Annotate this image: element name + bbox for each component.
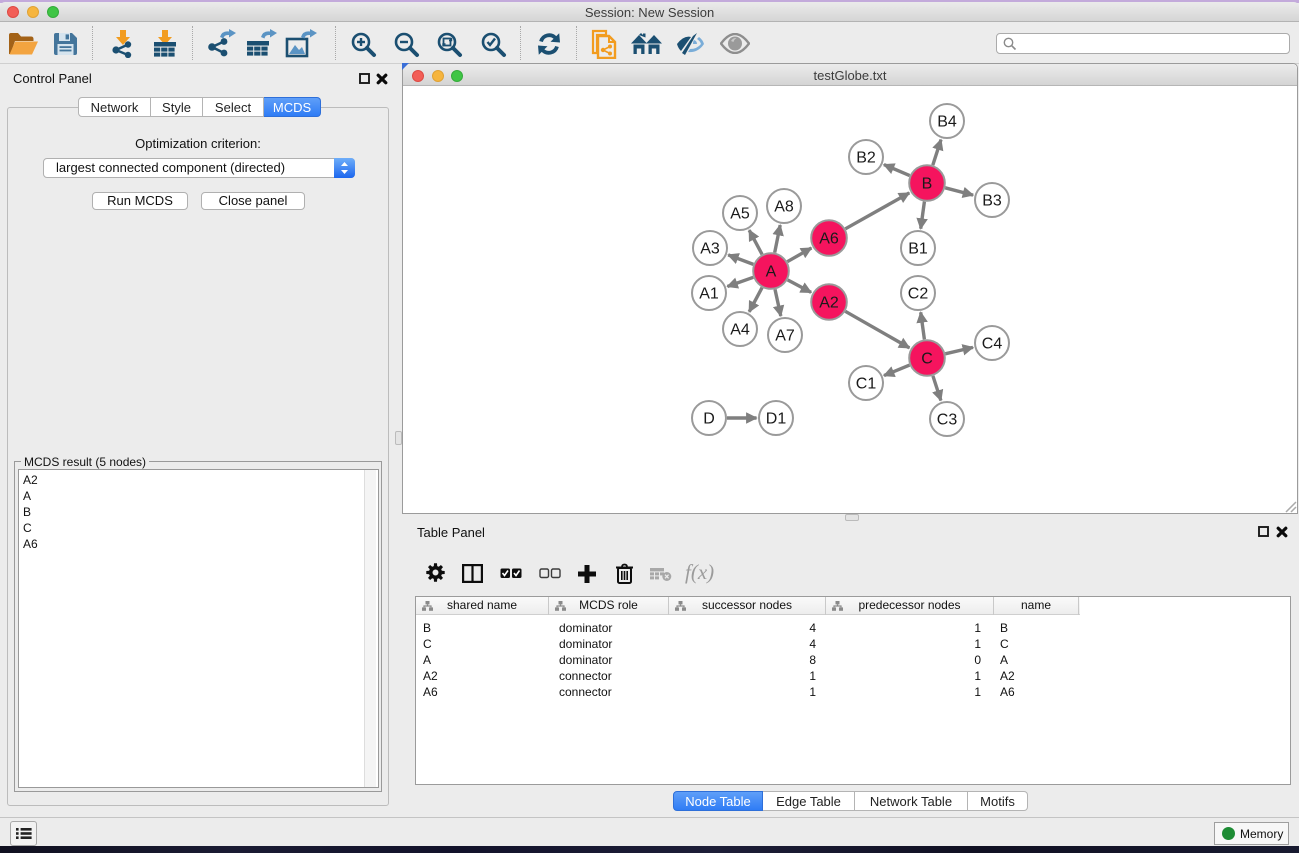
svg-text:C3: C3: [937, 412, 958, 429]
svg-text:C1: C1: [856, 376, 877, 393]
svg-text:B: B: [922, 176, 933, 193]
svg-text:A3: A3: [700, 241, 720, 258]
svg-text:B3: B3: [982, 193, 1002, 210]
svg-text:C2: C2: [908, 286, 929, 303]
svg-text:A6: A6: [819, 231, 839, 248]
svg-text:A5: A5: [730, 206, 750, 223]
svg-text:B4: B4: [937, 114, 957, 131]
svg-text:A2: A2: [819, 295, 839, 312]
svg-text:D: D: [703, 411, 715, 428]
svg-text:D1: D1: [766, 411, 787, 428]
svg-text:A4: A4: [730, 322, 750, 339]
svg-text:A7: A7: [775, 328, 795, 345]
svg-text:B1: B1: [908, 241, 928, 258]
svg-text:A: A: [766, 264, 777, 281]
svg-text:A8: A8: [774, 199, 794, 216]
svg-text:C4: C4: [982, 336, 1003, 353]
svg-text:B2: B2: [856, 150, 876, 167]
svg-text:C: C: [921, 351, 933, 368]
svg-text:A1: A1: [699, 286, 719, 303]
